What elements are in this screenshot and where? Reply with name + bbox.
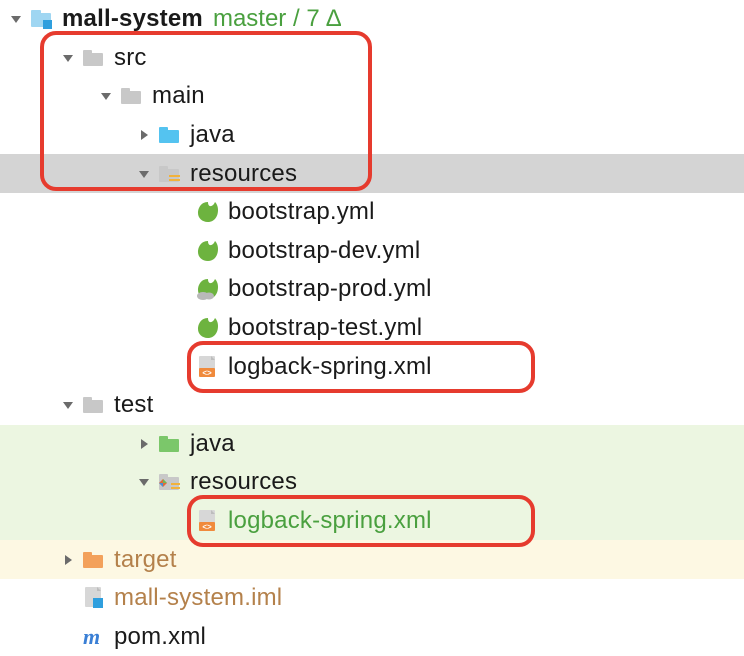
tree-row-file[interactable]: logback-spring.xml	[0, 347, 744, 386]
spring-config-icon	[194, 198, 222, 226]
chevron-down-icon[interactable]	[96, 86, 116, 106]
file-label: pom.xml	[114, 623, 206, 651]
module-icon	[28, 5, 56, 33]
tree-row-main[interactable]: main	[0, 77, 744, 116]
chevron-right-icon[interactable]	[58, 550, 78, 570]
tree-row-main-java[interactable]: java	[0, 116, 744, 155]
maven-icon	[80, 623, 108, 651]
source-folder-icon	[156, 121, 184, 149]
chevron-down-icon[interactable]	[58, 48, 78, 68]
folder-label: test	[114, 391, 153, 419]
folder-label: java	[190, 121, 235, 149]
spring-config-icon	[194, 314, 222, 342]
tree-row-file[interactable]: logback-spring.xml	[0, 502, 744, 541]
folder-icon	[80, 44, 108, 72]
folder-label: src	[114, 44, 147, 72]
folder-label: java	[190, 430, 235, 458]
chevron-down-icon[interactable]	[6, 9, 26, 29]
chevron-right-icon[interactable]	[134, 125, 154, 145]
test-source-folder-icon	[156, 430, 184, 458]
file-label: bootstrap-prod.yml	[228, 275, 432, 303]
folder-icon	[118, 82, 146, 110]
file-label: bootstrap-dev.yml	[228, 237, 420, 265]
file-label: bootstrap.yml	[228, 198, 375, 226]
resources-folder-icon	[156, 160, 184, 188]
project-tree[interactable]: mall-system master / 7 ∆ src main java r…	[0, 0, 744, 656]
chevron-down-icon[interactable]	[134, 164, 154, 184]
tree-row-file[interactable]: bootstrap-test.yml	[0, 309, 744, 348]
tree-row-file[interactable]: pom.xml	[0, 618, 744, 656]
tree-row-file[interactable]: bootstrap-prod.yml	[0, 270, 744, 309]
spring-config-icon	[194, 237, 222, 265]
test-resources-folder-icon	[156, 468, 184, 496]
file-label: logback-spring.xml	[228, 353, 432, 381]
xml-file-icon	[194, 507, 222, 535]
tree-row-file[interactable]: bootstrap-dev.yml	[0, 232, 744, 271]
tree-row-test-java[interactable]: java	[0, 425, 744, 464]
tree-row-main-resources[interactable]: resources	[0, 154, 744, 193]
folder-icon	[80, 391, 108, 419]
file-label: mall-system.iml	[114, 584, 282, 612]
chevron-down-icon[interactable]	[134, 472, 154, 492]
tree-row-src[interactable]: src	[0, 39, 744, 78]
tree-row-project-root[interactable]: mall-system master / 7 ∆	[0, 0, 744, 39]
tree-row-test-resources[interactable]: resources	[0, 463, 744, 502]
tree-row-test[interactable]: test	[0, 386, 744, 425]
spring-cloud-config-icon	[194, 275, 222, 303]
file-label: bootstrap-test.yml	[228, 314, 422, 342]
excluded-folder-icon	[80, 546, 108, 574]
chevron-right-icon[interactable]	[134, 434, 154, 454]
folder-label: resources	[190, 468, 297, 496]
xml-file-icon	[194, 353, 222, 381]
file-label: logback-spring.xml	[228, 507, 432, 535]
folder-label: main	[152, 82, 205, 110]
project-name: mall-system	[62, 5, 203, 33]
chevron-down-icon[interactable]	[58, 395, 78, 415]
tree-row-target[interactable]: target	[0, 540, 744, 579]
iml-file-icon	[80, 584, 108, 612]
folder-label: target	[114, 546, 177, 574]
folder-label: resources	[190, 160, 297, 188]
vcs-status: master / 7 ∆	[213, 5, 341, 33]
tree-row-file[interactable]: mall-system.iml	[0, 579, 744, 618]
tree-row-file[interactable]: bootstrap.yml	[0, 193, 744, 232]
